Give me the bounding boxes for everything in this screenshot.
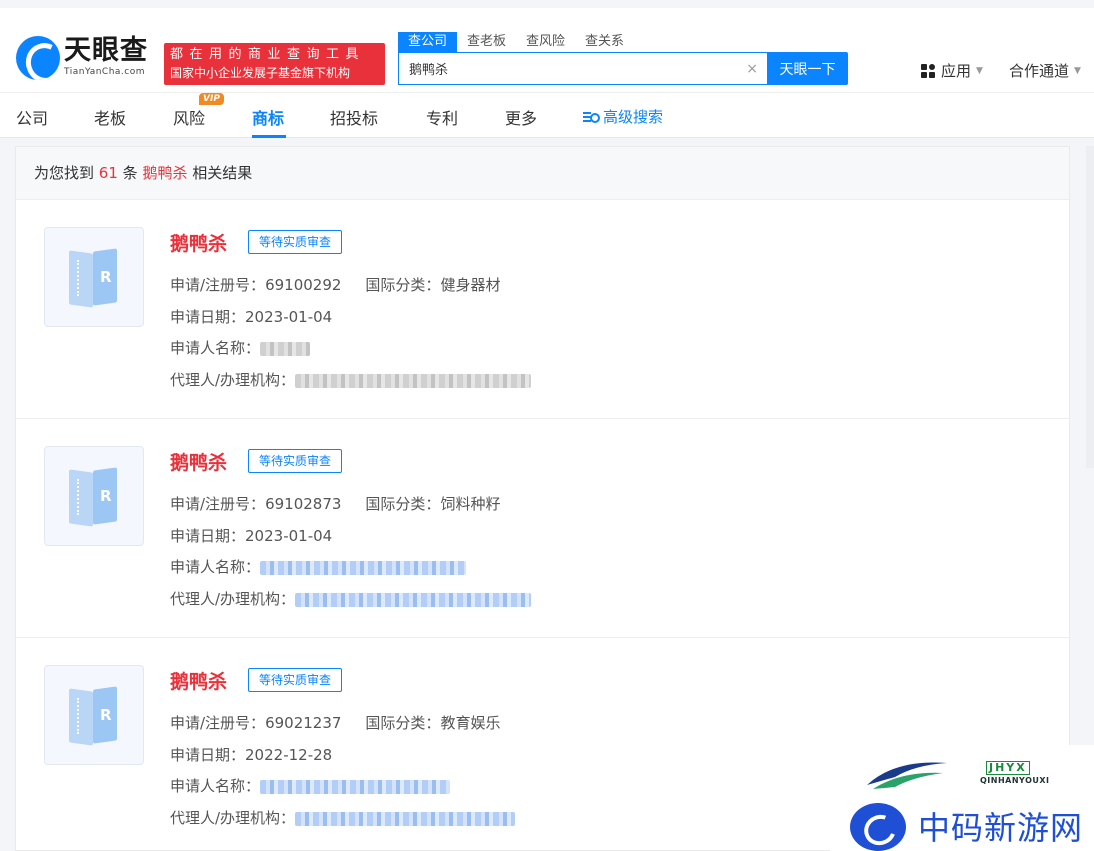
reg-number: 69102873 <box>265 495 342 513</box>
chevron-down-icon: ▼ <box>1074 65 1081 76</box>
status-badge: 等待实质审查 <box>248 668 343 692</box>
redacted-applicant[interactable] <box>260 560 467 575</box>
trademark-card: R 鹅鸭杀 等待实质审查 申请/注册号：69102873 国际分类：饲料种籽 申请… <box>16 419 1069 638</box>
reg-number: 69100292 <box>265 276 342 294</box>
nav-boss[interactable]: 老板 <box>94 105 126 129</box>
watermark-text: 中码新游网 <box>918 809 1084 847</box>
promo-line-1: 都在用的商业查询工具 <box>170 47 366 62</box>
intl-class: 饲料种籽 <box>440 495 501 513</box>
trademark-thumbnail[interactable]: R <box>44 446 144 546</box>
apps-grid-icon <box>921 63 935 78</box>
filter-search-icon <box>583 110 600 124</box>
coop-menu[interactable]: 合作通道 ▼ <box>1009 60 1081 81</box>
agent-row: 代理人/办理机构： <box>170 588 532 609</box>
agent-row: 代理人/办理机构： <box>170 807 516 828</box>
intl-class: 教育娱乐 <box>440 714 501 732</box>
nav-risk[interactable]: 风险 <box>173 105 205 129</box>
nav-bidding[interactable]: 招投标 <box>330 105 378 129</box>
trademark-thumbnail[interactable]: R <box>44 227 144 327</box>
search-tabs: 查公司 查老板 查风险 查关系 <box>398 32 634 52</box>
apps-label: 应用 <box>941 62 972 80</box>
nav-patent[interactable]: 专利 <box>426 105 458 129</box>
search-button[interactable]: 天眼一下 <box>767 52 848 85</box>
redacted-applicant[interactable] <box>260 779 451 794</box>
trademark-name[interactable]: 鹅鸭杀 <box>170 448 227 475</box>
reg-number: 69021237 <box>265 714 342 732</box>
applicant-row: 申请人名称： <box>170 556 467 577</box>
summary-unit: 条 <box>122 164 138 182</box>
vip-badge: VIP <box>199 93 224 105</box>
reg-row: 申请/注册号：69100292 国际分类：健身器材 <box>170 276 501 294</box>
nav-company[interactable]: 公司 <box>16 105 48 129</box>
site-watermark: JHYX QINHANYOUXI 中码新游网 <box>830 745 1094 851</box>
active-tab-indicator <box>252 135 286 138</box>
date-row: 申请日期：2023-01-04 <box>170 308 333 326</box>
clear-icon[interactable]: × <box>746 61 758 77</box>
reg-row: 申请/注册号：69021237 国际分类：教育娱乐 <box>170 714 501 732</box>
redacted-agent <box>295 373 532 388</box>
logo-icon <box>16 36 60 80</box>
search-keyword: 鹅鸭杀 <box>142 164 188 182</box>
status-badge: 等待实质审查 <box>248 230 343 254</box>
site-header: 天眼查 TianYanCha.com 都在用的商业查询工具 国家中小企业发展子基… <box>0 0 1094 92</box>
promo-line-2: 国家中小企业发展子基金旗下机构 <box>170 66 351 80</box>
advanced-search-label: 高级搜索 <box>603 108 664 126</box>
watermark-logo-icon <box>850 803 906 851</box>
tab-company[interactable]: 查公司 <box>398 32 458 52</box>
watermark-brand: QINHANYOUXI <box>980 776 1050 785</box>
trademark-card: R 鹅鸭杀 等待实质审查 申请/注册号：69100292 国际分类：健身器材 申请… <box>16 200 1069 419</box>
apps-menu[interactable]: 应用 ▼ <box>921 60 983 81</box>
chevron-down-icon: ▼ <box>976 65 983 76</box>
date-row: 申请日期：2022-12-28 <box>170 746 333 764</box>
summary-prefix: 为您找到 <box>34 164 95 182</box>
redacted-applicant <box>260 341 311 356</box>
advanced-search-link[interactable]: 高级搜索 <box>583 106 663 127</box>
search-box: × <box>398 52 768 85</box>
tab-risk[interactable]: 查风险 <box>516 32 575 52</box>
status-badge: 等待实质审查 <box>248 449 343 473</box>
intl-class: 健身器材 <box>440 276 501 294</box>
apply-date: 2023-01-04 <box>245 527 333 545</box>
apply-date: 2023-01-04 <box>245 308 333 326</box>
book-icon: R <box>69 682 119 748</box>
result-count: 61 <box>98 164 118 182</box>
logo-title: 天眼查 <box>64 35 148 66</box>
redacted-agent[interactable] <box>295 592 532 607</box>
nav-more[interactable]: 更多 <box>505 105 537 129</box>
logo-subtitle: TianYanCha.com <box>64 67 146 77</box>
logo[interactable]: 天眼查 TianYanCha.com <box>16 36 148 80</box>
trademark-name[interactable]: 鹅鸭杀 <box>170 229 227 256</box>
agent-row: 代理人/办理机构： <box>170 369 532 390</box>
tab-relation[interactable]: 查关系 <box>575 32 634 52</box>
book-icon: R <box>69 244 119 310</box>
reg-row: 申请/注册号：69102873 国际分类：饲料种籽 <box>170 495 501 513</box>
summary-suffix: 相关结果 <box>192 164 253 182</box>
scrollbar[interactable] <box>1086 146 1094 468</box>
search-input[interactable] <box>409 61 747 76</box>
date-row: 申请日期：2023-01-04 <box>170 527 333 545</box>
tab-boss[interactable]: 查老板 <box>457 32 516 52</box>
nav-trademark[interactable]: 商标 <box>252 105 284 129</box>
results-summary: 为您找到 61 条 鹅鸭杀 相关结果 <box>16 147 1069 200</box>
trademark-thumbnail[interactable]: R <box>44 665 144 765</box>
redacted-agent[interactable] <box>295 811 516 826</box>
applicant-row: 申请人名称： <box>170 775 451 796</box>
category-nav: 公司 老板 风险 VIP 商标 招投标 专利 更多 高级搜索 <box>0 92 1094 138</box>
promo-banner[interactable]: 都在用的商业查询工具 国家中小企业发展子基金旗下机构 <box>164 43 385 85</box>
book-icon: R <box>69 463 119 529</box>
wings-logo-icon <box>867 762 947 789</box>
coop-label: 合作通道 <box>1009 62 1070 80</box>
apply-date: 2022-12-28 <box>245 746 333 764</box>
trademark-name[interactable]: 鹅鸭杀 <box>170 667 227 694</box>
applicant-row: 申请人名称： <box>170 337 311 358</box>
watermark-badge: JHYX <box>986 761 1030 775</box>
